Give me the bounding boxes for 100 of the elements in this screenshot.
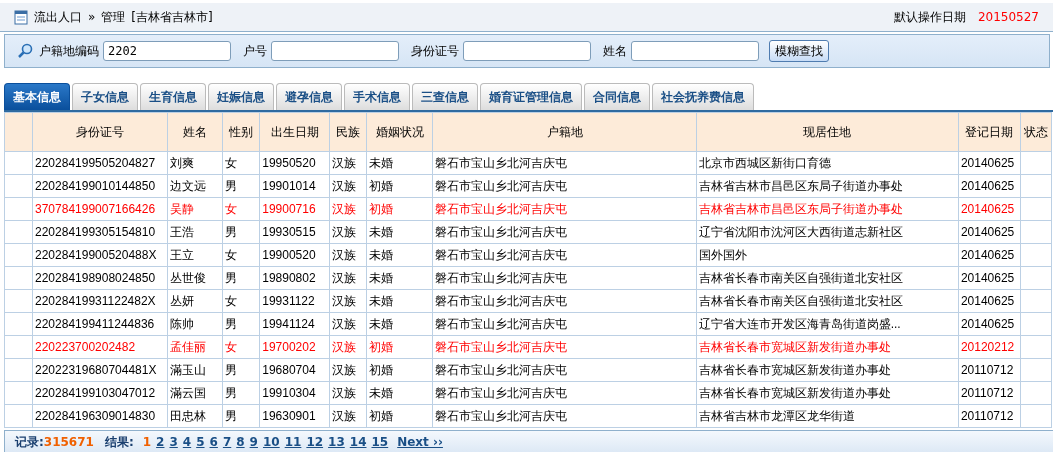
table-cell: 220284199505204827 bbox=[32, 151, 168, 175]
input-field[interactable] bbox=[271, 41, 399, 61]
input-field[interactable] bbox=[631, 41, 759, 61]
page-link[interactable]: 15 bbox=[371, 435, 389, 449]
table-cell: 男 bbox=[222, 266, 260, 290]
date-value: 20150527 bbox=[977, 10, 1039, 24]
table-cell: 汉族 bbox=[329, 266, 367, 290]
page-link[interactable]: 12 bbox=[306, 435, 324, 449]
table-cell: 王立 bbox=[167, 243, 223, 267]
next-link[interactable]: Next ›› bbox=[397, 435, 443, 449]
page-link[interactable]: 6 bbox=[209, 435, 218, 449]
tab[interactable]: 基本信息 bbox=[4, 83, 70, 110]
table-cell: 19941124 bbox=[259, 312, 330, 336]
table-cell: 汉族 bbox=[329, 381, 367, 405]
results-label: 结果: bbox=[104, 433, 134, 451]
table-cell: 磐石市宝山乡北河吉庆屯 bbox=[432, 404, 697, 428]
table-cell: 边文远 bbox=[167, 174, 223, 198]
notepad-icon bbox=[14, 9, 28, 25]
table-cell: 汉族 bbox=[329, 197, 367, 221]
table-cell: 220284199010144850 bbox=[32, 174, 168, 198]
page-link[interactable]: 13 bbox=[328, 435, 345, 449]
table-cell: 220284199305154810 bbox=[32, 220, 168, 244]
table-cell: 女 bbox=[222, 289, 260, 313]
page-link[interactable]: 5 bbox=[196, 435, 205, 449]
page-link[interactable]: 9 bbox=[249, 435, 258, 449]
table-cell: 19630901 bbox=[259, 404, 330, 428]
page-link[interactable]: 11 bbox=[284, 435, 302, 449]
table-cell: 20140625 bbox=[958, 151, 1021, 175]
tab[interactable]: 妊娠信息 bbox=[208, 83, 274, 110]
table-cell: 初婚 bbox=[366, 404, 433, 428]
page-link[interactable]: 14 bbox=[349, 435, 367, 449]
table-cell: 20120212 bbox=[958, 335, 1021, 359]
table-cell: 吴静 bbox=[167, 197, 223, 221]
tab[interactable]: 三查信息 bbox=[412, 83, 478, 110]
tab[interactable]: 婚育证管理信息 bbox=[480, 83, 582, 110]
table-cell: 磐石市宝山乡北河吉庆屯 bbox=[432, 381, 697, 405]
input-field[interactable]: 2202 bbox=[103, 41, 231, 61]
tab[interactable]: 避孕信息 bbox=[276, 83, 342, 110]
table-cell: 20140625 bbox=[958, 266, 1021, 290]
table-cell: 20110712 bbox=[958, 404, 1021, 428]
page-link[interactable]: 3 bbox=[169, 435, 178, 449]
table-cell: 20140625 bbox=[958, 174, 1021, 198]
table-cell: 孟佳丽 bbox=[167, 335, 223, 359]
table-cell: 滿云国 bbox=[167, 381, 223, 405]
table-cell: 磐石市宝山乡北河吉庆屯 bbox=[432, 312, 697, 336]
column-header: 姓名 bbox=[167, 112, 223, 152]
records-label: 记录: bbox=[15, 433, 44, 451]
input-field[interactable] bbox=[463, 41, 591, 61]
column-header: 民族 bbox=[329, 112, 367, 152]
table-cell: 吉林省长春市南关区自强街道北安社区 bbox=[696, 266, 959, 290]
page-link[interactable]: 4 bbox=[182, 435, 192, 449]
table-cell: 吉林省吉林市龙潭区龙华街道 bbox=[696, 404, 959, 428]
table-cell: 丛世俊 bbox=[167, 266, 223, 290]
table-cell: 19950520 bbox=[259, 151, 330, 175]
page-link[interactable]: 8 bbox=[236, 435, 245, 449]
field-label: 身份证号 bbox=[411, 42, 459, 60]
table-cell: 未婚 bbox=[366, 381, 433, 405]
breadcrumb-separator: » bbox=[88, 10, 96, 24]
table-cell: 吉林省吉林市昌邑区东局子街道办事处 bbox=[696, 174, 959, 198]
table-cell: 男 bbox=[222, 358, 260, 382]
search-button[interactable]: 模糊查找 bbox=[769, 40, 829, 62]
page-link[interactable]: 10 bbox=[262, 435, 280, 449]
field-label: 户号 bbox=[243, 42, 267, 60]
tab[interactable]: 合同信息 bbox=[584, 83, 650, 110]
table-cell: 吉林省吉林市昌邑区东局子街道办事处 bbox=[696, 197, 959, 221]
table-cell: 22028419900520488X bbox=[32, 243, 168, 267]
tab[interactable]: 生育信息 bbox=[140, 83, 206, 110]
table-cell: 20110712 bbox=[958, 358, 1021, 382]
table-cell: 辽宁省沈阳市沈河区大西街道志新社区 bbox=[696, 220, 959, 244]
table-cell: 未婚 bbox=[366, 289, 433, 313]
table-cell: 吉林省长春市宽城区新发街道办事处 bbox=[696, 335, 959, 359]
tab[interactable]: 子女信息 bbox=[72, 83, 138, 110]
table-cell: 汉族 bbox=[329, 243, 367, 267]
table-cell: 19900520 bbox=[259, 243, 330, 267]
table-cell: 吉林省长春市宽城区新发街道办事处 bbox=[696, 358, 959, 382]
table-cell: 19680704 bbox=[259, 358, 330, 382]
table-cell: 未婚 bbox=[366, 220, 433, 244]
breadcrumb-page: 管理 bbox=[101, 8, 126, 26]
page-link[interactable]: 2 bbox=[156, 435, 165, 449]
table-cell: 女 bbox=[222, 197, 260, 221]
table-cell: 220284196309014830 bbox=[32, 404, 168, 428]
column-header: 户籍地 bbox=[432, 112, 697, 152]
table-cell: 辽宁省大连市开发区海青岛街道岗盛... bbox=[696, 312, 959, 336]
column-header: 性别 bbox=[222, 112, 260, 152]
table-cell: 刘爽 bbox=[167, 151, 223, 175]
table-cell: 女 bbox=[222, 151, 260, 175]
table-cell: 19890802 bbox=[259, 266, 330, 290]
date-label: 默认操作日期 bbox=[893, 8, 966, 26]
table-cell: 汉族 bbox=[329, 174, 367, 198]
table-cell: 吉林省长春市宽城区新发街道办事处 bbox=[696, 381, 959, 405]
table-cell: 男 bbox=[222, 220, 260, 244]
page-link[interactable]: 7 bbox=[222, 435, 232, 449]
table-cell: 汉族 bbox=[329, 151, 367, 175]
table-cell: 陈帅 bbox=[167, 312, 223, 336]
table-cell: 220223700202482 bbox=[32, 335, 168, 359]
tab[interactable]: 社会抚养费信息 bbox=[652, 83, 754, 110]
column-header: 现居住地 bbox=[696, 112, 959, 152]
table-cell: 未婚 bbox=[366, 266, 433, 290]
table-cell: 汉族 bbox=[329, 312, 367, 336]
tab[interactable]: 手术信息 bbox=[344, 83, 410, 110]
